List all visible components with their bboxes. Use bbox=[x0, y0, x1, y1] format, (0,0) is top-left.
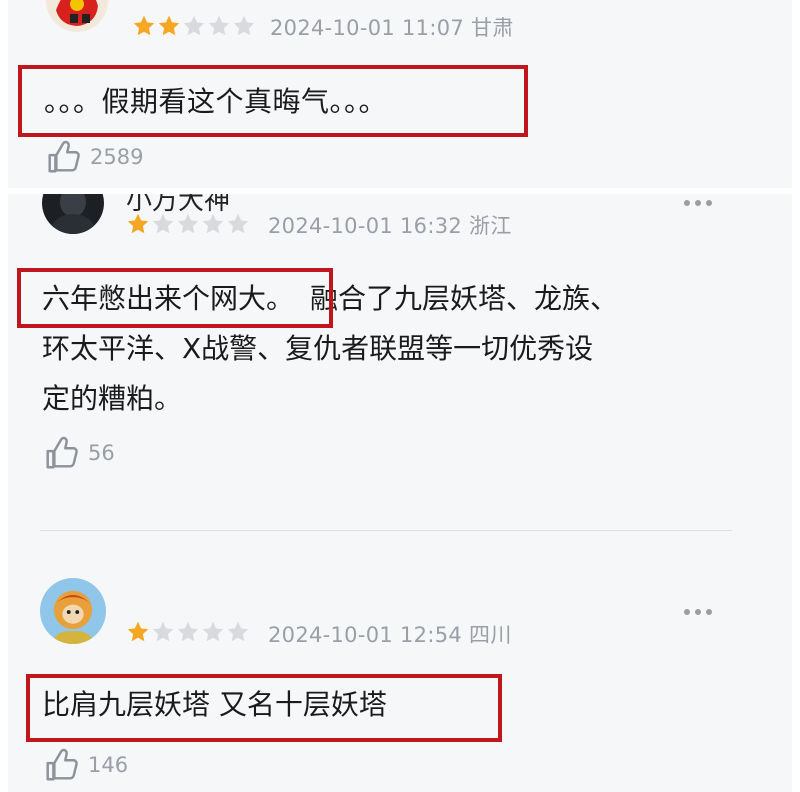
comment-location: 甘肃 bbox=[471, 16, 514, 40]
comment-text-highlighted: 六年憋出来个网大。 bbox=[42, 282, 295, 315]
avatar[interactable] bbox=[46, 0, 108, 32]
avatar[interactable] bbox=[42, 194, 104, 234]
star-icon bbox=[127, 213, 149, 234]
star-icon bbox=[227, 621, 249, 642]
comment-list: 小万大神 2024-10-01 16:32 浙江 六年憋出来个网大。 融合了九层妖… bbox=[8, 194, 792, 792]
comment-location: 四川 bbox=[469, 623, 512, 647]
rating-stars bbox=[126, 620, 250, 644]
comment-text: 比肩九层妖塔 又名十层妖塔 bbox=[42, 688, 387, 721]
thumbs-up-icon bbox=[42, 434, 80, 472]
like-button[interactable]: 2589 bbox=[44, 138, 143, 176]
star-icon bbox=[152, 621, 174, 642]
star-icon bbox=[233, 15, 255, 36]
thumbs-up-icon bbox=[44, 138, 82, 176]
comment-meta: 2024-10-01 16:32 浙江 bbox=[268, 210, 512, 240]
star-icon bbox=[152, 213, 174, 234]
like-button[interactable]: 56 bbox=[42, 434, 115, 472]
rating-stars bbox=[126, 212, 250, 236]
comment-feed: 2024-10-01 11:07 甘肃 。。。假期看这个真晦气。。。 2589 … bbox=[0, 0, 800, 792]
divider bbox=[40, 530, 732, 531]
star-icon bbox=[202, 213, 224, 234]
like-count: 56 bbox=[88, 441, 115, 465]
comment-text-line: 定的糟粕。 bbox=[42, 382, 183, 415]
comment-text: 。。。假期看这个真晦气。。。 bbox=[44, 85, 388, 118]
comment-date: 2024-10-01 16:32 bbox=[268, 214, 463, 238]
like-count: 146 bbox=[88, 753, 129, 777]
star-icon bbox=[133, 15, 155, 36]
comment-text-continued: 融合了九层妖塔、龙族、 bbox=[310, 282, 619, 315]
comment-card: 2024-10-01 11:07 甘肃 。。。假期看这个真晦气。。。 2589 bbox=[8, 0, 792, 188]
like-button[interactable]: 146 bbox=[42, 746, 128, 784]
comment-date: 2024-10-01 12:54 bbox=[268, 623, 463, 647]
comment-text: 六年憋出来个网大。 融合了九层妖塔、龙族、 bbox=[42, 274, 618, 324]
star-icon bbox=[177, 621, 199, 642]
star-icon bbox=[177, 213, 199, 234]
star-icon bbox=[202, 621, 224, 642]
comment-meta: 2024-10-01 11:07 甘肃 bbox=[270, 12, 514, 42]
comment-location: 浙江 bbox=[469, 214, 512, 238]
rating-stars bbox=[132, 14, 256, 38]
like-count: 2589 bbox=[90, 145, 144, 169]
comment-text-line: 环太平洋、X战警、复仇者联盟等一切优秀设 bbox=[42, 332, 594, 365]
star-icon bbox=[127, 621, 149, 642]
star-icon bbox=[208, 15, 230, 36]
avatar[interactable] bbox=[40, 578, 106, 644]
star-icon bbox=[183, 15, 205, 36]
comment-meta: 2024-10-01 12:54 四川 bbox=[268, 619, 512, 649]
star-icon bbox=[158, 15, 180, 36]
star-icon bbox=[227, 213, 249, 234]
thumbs-up-icon bbox=[42, 746, 80, 784]
more-dots-icon[interactable] bbox=[684, 200, 712, 206]
more-dots-icon[interactable] bbox=[684, 609, 712, 615]
comment-date: 2024-10-01 11:07 bbox=[270, 16, 465, 40]
